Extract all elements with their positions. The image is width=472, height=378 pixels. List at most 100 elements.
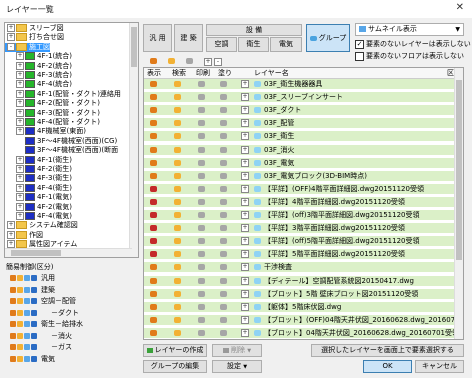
expand-icon[interactable]: + — [16, 71, 24, 79]
legend-toggle-icon[interactable] — [10, 321, 16, 327]
general-button[interactable]: 汎 用 — [143, 24, 172, 52]
legend-row[interactable]: 汎用 — [10, 274, 55, 283]
expand-icon[interactable]: + — [241, 93, 249, 102]
fill-toggle-icon[interactable] — [220, 225, 227, 232]
legend-toggle-icon[interactable] — [17, 344, 23, 350]
show-toggle-icon[interactable] — [150, 251, 157, 258]
tree-item[interactable]: + 作図 — [5, 230, 43, 240]
legend-toggle-icon[interactable] — [31, 275, 37, 281]
fill-toggle-icon[interactable] — [220, 94, 227, 101]
show-toggle-icon[interactable] — [150, 238, 157, 245]
collapse-all-icon[interactable]: - — [214, 58, 222, 66]
show-toggle-icon[interactable] — [150, 225, 157, 232]
col-search[interactable]: 検索 — [172, 69, 186, 78]
show-toggle-icon[interactable] — [150, 133, 157, 140]
table-row[interactable]: + 【平詳】5階平面詳細図.dwg20151120受領 — [144, 249, 457, 260]
expand-icon[interactable]: + — [7, 240, 15, 249]
legend-row[interactable]: 建築 — [10, 286, 55, 295]
expand-icon[interactable]: + — [16, 193, 24, 202]
legend-toggle-icon[interactable] — [10, 275, 16, 281]
legend-toggle-icon[interactable] — [10, 344, 16, 350]
tree-item[interactable]: +4F-3(配管・ダクト) — [5, 108, 100, 118]
legend-toggle-icon[interactable] — [17, 355, 23, 362]
search-toggle-icon[interactable] — [174, 316, 181, 323]
col-show[interactable]: 表示 — [147, 69, 161, 78]
legend-toggle-icon[interactable] — [17, 309, 23, 316]
expand-icon[interactable]: + — [241, 328, 249, 337]
table-row[interactable]: + 干渉検査 — [144, 262, 457, 273]
show-toggle-icon[interactable] — [150, 185, 157, 192]
fill-toggle-icon[interactable] — [220, 107, 227, 114]
table-row[interactable]: + 【ディテール】空調配管系統図20150417.dwg — [144, 275, 457, 286]
print-toggle-icon[interactable] — [198, 133, 205, 140]
expand-icon[interactable]: + — [241, 106, 249, 115]
table-row[interactable]: +03F_電気ブロック(3D-BIM時点) — [144, 170, 457, 181]
tree-item[interactable]: +4F-4(統合) — [5, 80, 72, 89]
tree-item[interactable]: +4F-1(配管・ダクト)連絡用 — [5, 89, 121, 99]
tree-item[interactable]: +4F機械室(東面) — [5, 127, 86, 136]
legend-row[interactable]: －ガス — [10, 343, 72, 352]
print-toggle-icon[interactable] — [198, 277, 205, 284]
show-toggle-icon[interactable] — [150, 329, 157, 336]
print-toggle-icon[interactable] — [198, 329, 205, 336]
edit-group-button[interactable]: グループの編集 — [143, 360, 207, 373]
search-toggle-icon[interactable] — [174, 251, 181, 258]
tree-item[interactable]: +4F-4(衛生) — [5, 183, 72, 193]
col-right[interactable]: 区 — [447, 69, 454, 78]
show-toggle-icon[interactable] — [150, 290, 157, 297]
show-toggle-icon[interactable] — [150, 94, 157, 101]
tree-item[interactable]: +4F-2(衛生) — [5, 165, 72, 174]
expand-icon[interactable]: + — [241, 197, 249, 206]
print-all-icon[interactable] — [186, 58, 193, 64]
expand-icon[interactable]: + — [16, 89, 24, 98]
legend-toggle-icon[interactable] — [17, 321, 23, 327]
legend-toggle-icon[interactable] — [24, 332, 30, 339]
show-toggle-icon[interactable] — [150, 107, 157, 114]
expand-icon[interactable]: + — [241, 263, 249, 272]
delete-button[interactable]: 削除 ▼ — [212, 344, 262, 357]
hide-empty-layers-checkbox[interactable]: ✓ — [355, 39, 364, 49]
search-toggle-icon[interactable] — [174, 212, 181, 218]
expand-icon[interactable]: + — [16, 99, 24, 108]
tree-item[interactable]: - 施工図 — [5, 42, 50, 52]
expand-icon[interactable]: + — [241, 119, 249, 128]
fill-toggle-icon[interactable] — [220, 81, 227, 87]
legend-toggle-icon[interactable] — [31, 286, 37, 293]
print-toggle-icon[interactable] — [198, 238, 205, 245]
print-toggle-icon[interactable] — [198, 264, 205, 271]
print-toggle-icon[interactable] — [198, 290, 205, 297]
architecture-button[interactable]: 建 築 — [174, 24, 203, 52]
expand-icon[interactable]: + — [16, 108, 24, 117]
legend-toggle-icon[interactable] — [17, 275, 23, 281]
legend-row[interactable]: 空調－配管 — [10, 297, 76, 306]
print-toggle-icon[interactable] — [198, 185, 205, 192]
search-toggle-icon[interactable] — [174, 264, 181, 271]
legend-toggle-icon[interactable] — [24, 321, 30, 327]
print-toggle-icon[interactable] — [198, 316, 205, 323]
fill-toggle-icon[interactable] — [220, 133, 227, 140]
table-row[interactable]: + 【平詳】4階平面詳細図.dwg20151120受領 — [144, 196, 457, 207]
show-toggle-icon[interactable] — [150, 146, 157, 153]
expand-icon[interactable]: + — [241, 171, 249, 180]
cancel-button[interactable]: キャンセル — [415, 360, 464, 373]
table-row[interactable]: + 【ブロット】04階天井伏図_20160628.dwg_20160701受領 — [144, 327, 457, 338]
sanitary-button[interactable]: 衛生 — [238, 37, 269, 52]
legend-toggle-icon[interactable] — [31, 309, 37, 316]
show-toggle-icon[interactable] — [150, 198, 157, 205]
collapse-icon[interactable]: - — [7, 42, 15, 51]
tree-horizontal-scrollbar[interactable] — [5, 248, 132, 257]
expand-icon[interactable]: + — [16, 212, 24, 220]
tree-item[interactable]: +4F-2(配管・ダクト) — [5, 99, 100, 108]
expand-icon[interactable]: + — [241, 289, 249, 298]
table-row[interactable]: +03F_衛生機器器具 — [144, 79, 457, 89]
table-row[interactable]: +03F_電気 — [144, 157, 457, 168]
expand-icon[interactable]: + — [16, 202, 24, 211]
expand-icon[interactable]: + — [241, 276, 249, 285]
fill-toggle-icon[interactable] — [220, 316, 227, 323]
print-toggle-icon[interactable] — [198, 303, 205, 310]
tree-item[interactable]: +4F-1(電気) — [5, 193, 72, 202]
print-toggle-icon[interactable] — [198, 94, 205, 101]
fill-toggle-icon[interactable] — [220, 251, 227, 258]
tree-item[interactable]: +4F-1(統合) — [5, 52, 72, 61]
expand-icon[interactable]: + — [241, 145, 249, 154]
